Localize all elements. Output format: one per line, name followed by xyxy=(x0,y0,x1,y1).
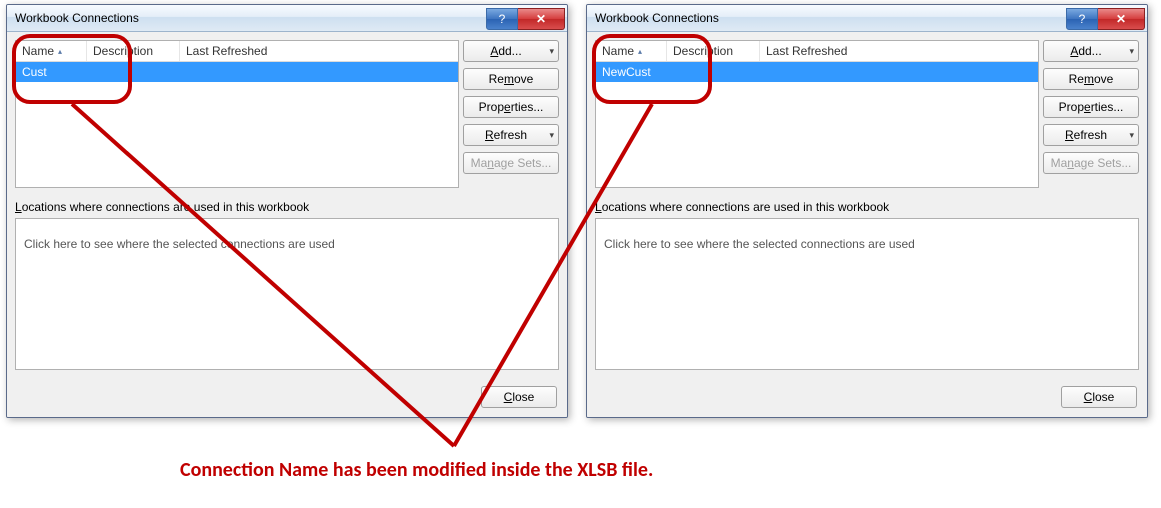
side-buttons: Add... Remove Properties... Refresh Mana… xyxy=(1043,40,1139,174)
col-name[interactable]: Name ▴ xyxy=(596,41,667,61)
refresh-button[interactable]: Refresh xyxy=(1043,124,1139,146)
sort-asc-icon: ▴ xyxy=(638,47,642,56)
close-row: Close xyxy=(481,386,557,408)
titlebar-buttons: ? ✕ xyxy=(486,8,565,28)
col-name-label: Name xyxy=(602,44,634,58)
refresh-button[interactable]: Refresh xyxy=(463,124,559,146)
col-last-refreshed[interactable]: Last Refreshed xyxy=(760,41,1038,61)
col-name-label: Name xyxy=(22,44,54,58)
cell-name: Cust xyxy=(22,65,47,79)
connections-list[interactable]: Name ▴ Description Last Refreshed Cust xyxy=(15,40,459,188)
help-icon[interactable]: ? xyxy=(1066,8,1098,30)
col-description[interactable]: Description xyxy=(87,41,180,61)
close-icon[interactable]: ✕ xyxy=(518,8,565,30)
locations-hint: Click here to see where the selected con… xyxy=(604,237,915,251)
workbook-connections-dialog-left: Workbook Connections ? ✕ Name ▴ Descript… xyxy=(6,4,568,418)
add-button[interactable]: Add... xyxy=(463,40,559,62)
close-row: Close xyxy=(1061,386,1137,408)
close-button[interactable]: Close xyxy=(1061,386,1137,408)
dialog-body: Name ▴ Description Last Refreshed Cust A… xyxy=(7,32,567,418)
titlebar-buttons: ? ✕ xyxy=(1066,8,1145,28)
list-header: Name ▴ Description Last Refreshed xyxy=(16,41,458,62)
workbook-connections-dialog-right: Workbook Connections ? ✕ Name ▴ Descript… xyxy=(586,4,1148,418)
table-row[interactable]: NewCust xyxy=(596,62,1038,82)
properties-button[interactable]: Properties... xyxy=(463,96,559,118)
remove-button[interactable]: Remove xyxy=(1043,68,1139,90)
close-icon[interactable]: ✕ xyxy=(1098,8,1145,30)
locations-label: Locations where connections are used in … xyxy=(595,200,889,214)
locations-panel[interactable]: Click here to see where the selected con… xyxy=(15,218,559,370)
locations-panel[interactable]: Click here to see where the selected con… xyxy=(595,218,1139,370)
add-button[interactable]: Add... xyxy=(1043,40,1139,62)
title-text: Workbook Connections xyxy=(15,11,486,25)
remove-button[interactable]: Remove xyxy=(463,68,559,90)
manage-sets-button: Manage Sets... xyxy=(463,152,559,174)
help-icon[interactable]: ? xyxy=(486,8,518,30)
col-description[interactable]: Description xyxy=(667,41,760,61)
connections-list[interactable]: Name ▴ Description Last Refreshed NewCus… xyxy=(595,40,1039,188)
cell-name: NewCust xyxy=(602,65,651,79)
locations-label: Locations where connections are used in … xyxy=(15,200,309,214)
side-buttons: Add... Remove Properties... Refresh Mana… xyxy=(463,40,559,174)
manage-sets-button: Manage Sets... xyxy=(1043,152,1139,174)
title-text: Workbook Connections xyxy=(595,11,1066,25)
annotation-text: Connection Name has been modified inside… xyxy=(180,458,653,482)
titlebar[interactable]: Workbook Connections ? ✕ xyxy=(7,5,567,32)
table-row[interactable]: Cust xyxy=(16,62,458,82)
titlebar[interactable]: Workbook Connections ? ✕ xyxy=(587,5,1147,32)
locations-hint: Click here to see where the selected con… xyxy=(24,237,335,251)
dialog-body: Name ▴ Description Last Refreshed NewCus… xyxy=(587,32,1147,418)
list-header: Name ▴ Description Last Refreshed xyxy=(596,41,1038,62)
properties-button[interactable]: Properties... xyxy=(1043,96,1139,118)
col-name[interactable]: Name ▴ xyxy=(16,41,87,61)
sort-asc-icon: ▴ xyxy=(58,47,62,56)
close-button[interactable]: Close xyxy=(481,386,557,408)
col-last-refreshed[interactable]: Last Refreshed xyxy=(180,41,458,61)
